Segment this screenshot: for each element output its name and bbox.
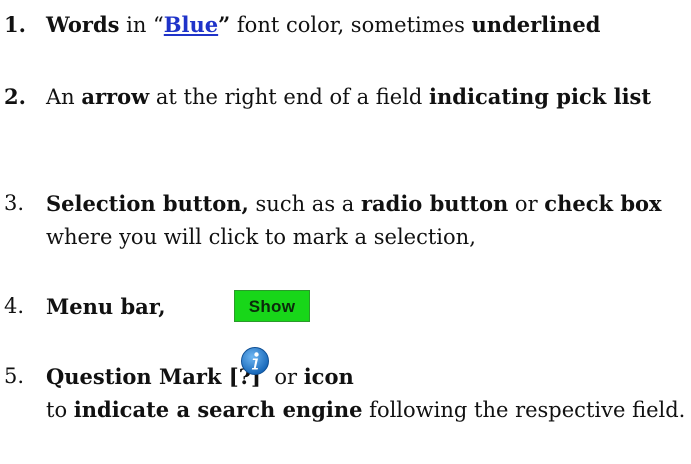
bold-term: Question Mark [?]	[46, 364, 261, 389]
bold-term: check box	[544, 191, 662, 216]
plain-text: such as a	[248, 192, 361, 216]
plain-text: following the respective field.	[362, 398, 686, 422]
blue-link-example[interactable]: Blue	[164, 12, 218, 37]
item-number: 5.	[4, 364, 25, 388]
show-button[interactable]: Show	[234, 290, 310, 322]
bold-term: Selection button,	[46, 191, 249, 216]
info-icon[interactable]	[240, 346, 270, 376]
plain-text: An	[46, 85, 82, 109]
bold-term: radio button	[360, 191, 509, 216]
bold-term: Menu bar,	[46, 294, 166, 319]
item-number: 2.	[4, 84, 26, 109]
closing-quote: ”	[218, 12, 231, 37]
item-number: 3.	[4, 191, 25, 215]
item-text: Words in “Blue” font color, sometimes un…	[46, 8, 688, 42]
item-text: Question Mark [?] or icon to indicate a …	[46, 347, 688, 427]
plain-text: or	[508, 192, 545, 216]
plain-text: where you will click to mark a selection…	[46, 225, 476, 249]
item-text: An arrow at the right end of a field ind…	[46, 80, 688, 114]
bold-term: indicating pick list	[429, 84, 652, 109]
plain-text: at the right end of a field	[149, 85, 430, 109]
item-number: 4.	[4, 294, 25, 318]
plain-text: font color, sometimes	[230, 13, 472, 37]
plain-text: to	[46, 398, 74, 422]
bold-term: Words	[46, 12, 120, 37]
item-text: Selection button, such as a radio button…	[46, 187, 688, 254]
bold-term: arrow	[81, 84, 150, 109]
list-item-4: 4. Menu bar, Show	[0, 290, 688, 324]
bold-term: underlined	[471, 12, 601, 37]
plain-text: in “	[119, 13, 164, 37]
item-number: 1.	[4, 12, 26, 37]
item-text: Menu bar,	[46, 290, 688, 324]
bold-term: indicate a search engine	[73, 397, 363, 422]
bold-term: icon	[303, 364, 354, 389]
